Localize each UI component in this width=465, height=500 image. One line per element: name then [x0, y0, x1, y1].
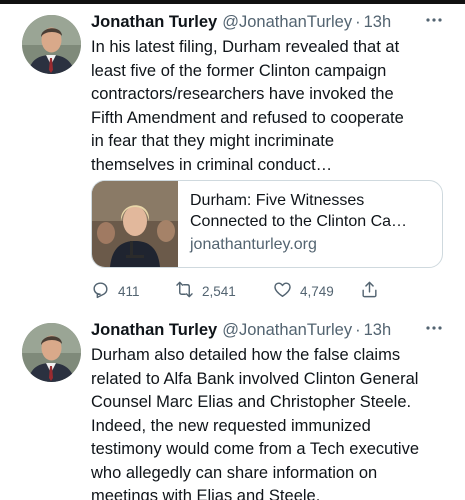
- author-handle[interactable]: @JonathanTurley: [222, 10, 352, 34]
- author-name[interactable]: Jonathan Turley: [91, 10, 217, 34]
- tweet-header: Jonathan Turley @JonathanTurley · 13h: [91, 10, 447, 36]
- tweet-text: In his latest filing, Durham revealed th…: [91, 36, 451, 177]
- reply-button[interactable]: 411: [91, 280, 140, 302]
- tweet-text-line: related to Alfa Bank involved Clinton Ge…: [91, 369, 419, 388]
- tweet-text-line: who allegedly can share information on: [91, 463, 378, 482]
- card-title-line: Durham: Five Witnesses: [190, 192, 365, 209]
- tweet-text: Durham also detailed how the false claim…: [91, 344, 451, 500]
- like-icon: [273, 280, 300, 302]
- more-horizontal-icon[interactable]: [421, 318, 447, 342]
- tweet-text-line: themselves in criminal conduct…: [91, 155, 333, 174]
- tweet-text-line: Fifth Amendment and refused to cooperate: [91, 108, 404, 127]
- tweet-timestamp[interactable]: 13h: [364, 318, 392, 342]
- tweet-text-line: Indeed, the new requested immunized: [91, 416, 371, 435]
- tweet-text-line: contractors/researchers have invoked the: [91, 85, 394, 103]
- more-horizontal-icon[interactable]: [421, 10, 447, 34]
- avatar[interactable]: [22, 323, 81, 382]
- tweet-header: Jonathan Turley @JonathanTurley · 13h: [91, 318, 447, 344]
- top-edge-bar: [0, 0, 465, 4]
- card-thumbnail: [92, 181, 178, 267]
- retweet-icon: [175, 280, 202, 302]
- share-icon: [360, 280, 387, 302]
- link-preview-card[interactable]: Durham: Five Witnesses Connected to the …: [91, 180, 443, 268]
- tweet-timestamp[interactable]: 13h: [364, 10, 392, 34]
- card-domain[interactable]: jonathanturley.org: [190, 233, 442, 257]
- tweet-text-line: In his latest filing, Durham revealed th…: [91, 38, 400, 56]
- tweet-text-line: in fear that they might incriminate: [91, 132, 335, 150]
- tweet-text-line: Durham also detailed how the false claim…: [91, 346, 401, 364]
- retweet-count: 2,541: [202, 283, 236, 299]
- reply-count: 411: [118, 283, 140, 299]
- avatar[interactable]: [22, 15, 81, 74]
- card-title-line: Connected to the Clinton Ca…: [190, 213, 408, 230]
- tweet-text-line: meetings with Elias and Steele.: [91, 487, 321, 500]
- card-title[interactable]: Durham: Five Witnesses Connected to the …: [190, 190, 442, 232]
- tweet-text-line: least five of the former Clinton campaig…: [91, 61, 387, 80]
- separator-dot: ·: [355, 13, 361, 31]
- separator-dot: ·: [355, 321, 361, 339]
- tweet-text-line: Counsel Marc Elias and Christopher Steel…: [91, 393, 412, 411]
- author-handle[interactable]: @JonathanTurley: [222, 318, 352, 342]
- like-count: 4,749: [300, 283, 334, 299]
- reply-icon: [91, 280, 118, 302]
- share-button[interactable]: [360, 280, 387, 302]
- tweet-actions: 411 2,541 4,749: [91, 280, 391, 302]
- retweet-button[interactable]: 2,541: [175, 280, 236, 302]
- tweet-text-line: testimony would come from a Tech executi…: [91, 440, 420, 458]
- author-name[interactable]: Jonathan Turley: [91, 318, 217, 342]
- like-button[interactable]: 4,749: [273, 280, 334, 302]
